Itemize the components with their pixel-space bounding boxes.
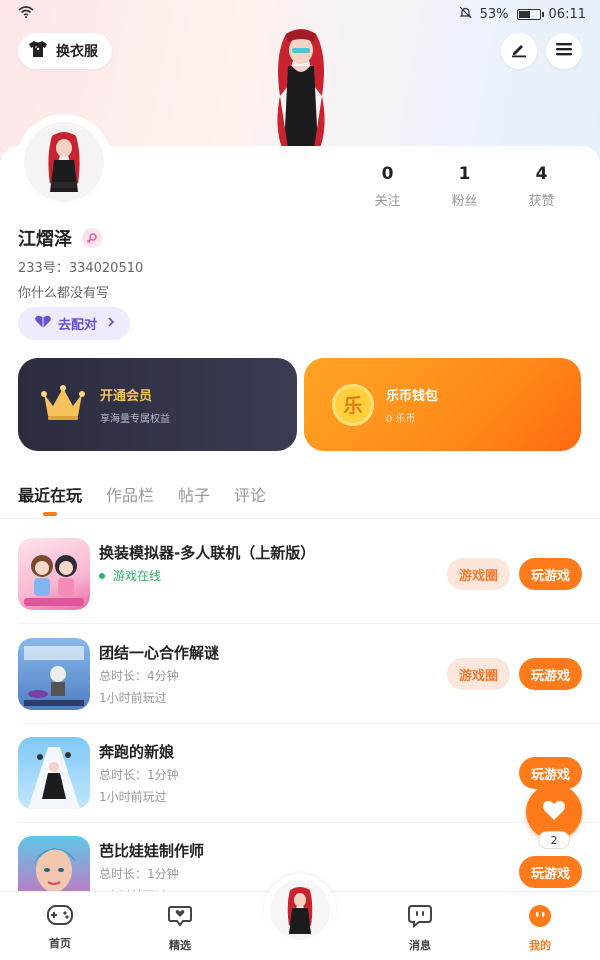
wallet-title: 乐币钱包	[386, 388, 439, 404]
game-thumbnail	[18, 538, 90, 610]
game-circle-button[interactable]: 游戏圈	[447, 658, 510, 690]
divider	[0, 518, 600, 519]
stat-likes[interactable]: 4 获赞	[503, 164, 580, 209]
stat-label: 获赞	[528, 194, 555, 209]
shirt-icon	[28, 40, 48, 62]
stat-followers[interactable]: 1 粉丝	[426, 164, 503, 209]
list-item[interactable]: 换装模拟器-多人联机（上新版） 游戏在线 游戏圈 玩游戏	[0, 524, 600, 624]
avatar-character-figure[interactable]	[256, 26, 346, 148]
list-item[interactable]: 奔跑的新娘 总时长：1分钟 1小时前玩过 玩游戏	[0, 723, 600, 823]
profile-stats: 0 关注 1 粉丝 4 获赞	[349, 164, 580, 209]
online-label: 游戏在线	[113, 569, 162, 583]
change-outfit-button[interactable]: 换衣服	[18, 33, 112, 69]
gamepad-icon	[46, 904, 74, 929]
tab-comments[interactable]: 评论	[234, 482, 266, 518]
heart-chat-icon	[167, 904, 193, 931]
change-outfit-label: 换衣服	[56, 44, 98, 60]
game-playtime: 总时长：1分钟	[99, 768, 179, 782]
stat-label: 关注	[374, 194, 401, 209]
wallet-card[interactable]: 乐 乐币钱包 0 乐币	[304, 358, 581, 451]
nav-avatar[interactable]	[240, 874, 360, 960]
game-thumbnail	[18, 638, 90, 710]
play-game-button[interactable]: 玩游戏	[519, 856, 582, 888]
vip-card[interactable]: 开通会员 享海量专属权益	[18, 358, 297, 451]
stat-value: 0	[381, 164, 394, 184]
content-tabs: 最近在玩 作品栏 帖子 评论	[18, 482, 266, 518]
bottom-navigation: 首页 精选 消息 我的	[0, 874, 600, 960]
game-thumbnail	[18, 737, 90, 809]
status-bar: 53% 06:11	[0, 0, 600, 28]
stat-value: 4	[535, 164, 548, 184]
game-last-played: 1小时前玩过	[99, 790, 167, 804]
game-online-status: 游戏在线	[99, 567, 161, 584]
nav-label: 首页	[49, 937, 71, 950]
battery-percent: 53%	[479, 6, 509, 22]
vip-subtitle: 享海量专属权益	[100, 413, 170, 425]
vip-title: 开通会员	[100, 388, 153, 404]
game-title: 奔跑的新娘	[99, 743, 175, 761]
menu-button[interactable]	[546, 33, 582, 69]
game-title: 团结一心合作解谜	[99, 644, 220, 662]
coin-char: 乐	[343, 395, 363, 417]
nav-label: 我的	[529, 939, 551, 952]
avatar[interactable]	[20, 118, 108, 206]
game-playtime: 总时长：1分钟	[99, 867, 179, 881]
chat-face-icon	[407, 904, 433, 931]
stat-label: 粉丝	[451, 194, 478, 209]
match-button[interactable]: 去配对	[18, 307, 130, 340]
clock: 06:11	[548, 6, 586, 22]
tab-posts[interactable]: 帖子	[178, 482, 210, 518]
game-title: 芭比娃娃制作师	[99, 842, 205, 860]
nav-mine[interactable]: 我的	[480, 892, 600, 960]
wallet-balance: 0 乐币	[386, 413, 416, 425]
favorite-count-badge: 2	[538, 831, 570, 849]
stat-following[interactable]: 0 关注	[349, 164, 426, 209]
user-name: 江熠泽	[18, 229, 72, 250]
game-circle-button[interactable]: 游戏圈	[447, 558, 510, 590]
wifi-icon	[18, 6, 34, 22]
edit-button[interactable]	[501, 33, 537, 69]
play-game-button[interactable]: 玩游戏	[519, 558, 582, 590]
game-last-played: 1小时前玩过	[99, 691, 167, 705]
nav-messages[interactable]: 消息	[360, 892, 480, 960]
nav-home[interactable]: 首页	[0, 892, 120, 960]
chevron-right-icon	[107, 316, 115, 331]
nav-featured[interactable]: 精选	[120, 892, 240, 960]
heart-pair-icon	[34, 315, 52, 333]
user-name-row: 江熠泽	[18, 225, 102, 251]
coin-icon: 乐	[332, 383, 374, 426]
heart-icon	[542, 799, 566, 825]
nav-label: 消息	[409, 939, 431, 952]
profile-face-icon	[527, 904, 553, 931]
game-title: 换装模拟器-多人联机（上新版）	[99, 544, 316, 562]
mute-bell-icon	[459, 6, 472, 23]
tab-works[interactable]: 作品栏	[106, 482, 154, 518]
nav-avatar-image	[270, 880, 330, 940]
female-icon	[82, 228, 102, 248]
tab-recent-played[interactable]: 最近在玩	[18, 482, 82, 518]
match-label: 去配对	[58, 318, 98, 333]
user-id: 233号：334020510	[18, 261, 144, 276]
online-dot-icon	[99, 572, 105, 579]
play-game-button[interactable]: 玩游戏	[519, 658, 582, 690]
list-item[interactable]: 团结一心合作解谜 总时长：4分钟 1小时前玩过 游戏圈 玩游戏	[0, 624, 600, 724]
crown-icon	[40, 384, 86, 426]
battery-icon	[516, 8, 544, 20]
game-playtime: 总时长：4分钟	[99, 669, 179, 683]
user-bio: 你什么都没有写	[18, 286, 110, 301]
pencil-icon	[510, 40, 528, 62]
stat-value: 1	[458, 164, 471, 184]
nav-label: 精选	[169, 939, 191, 952]
menu-icon	[555, 41, 573, 61]
